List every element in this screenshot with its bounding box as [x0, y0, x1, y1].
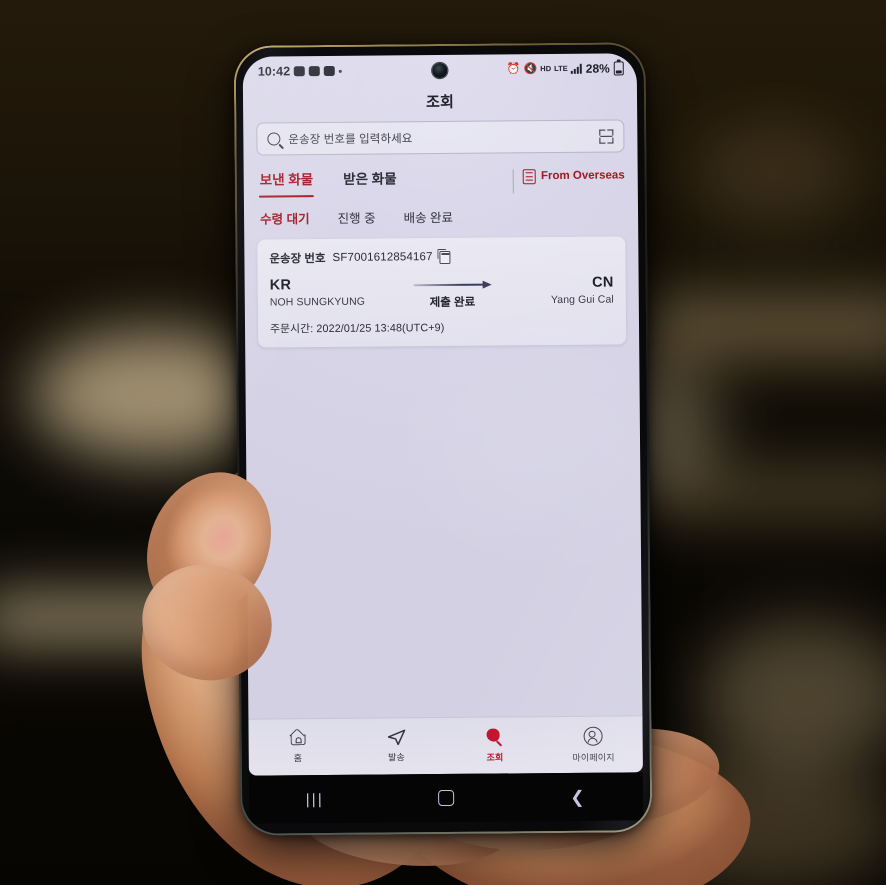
status-bar-left: 10:42 [258, 64, 343, 79]
status-clock: 10:42 [257, 64, 291, 79]
copy-icon[interactable] [439, 250, 451, 264]
hd-label: HD [540, 64, 552, 74]
route-status: 제출 완료 [365, 275, 540, 311]
nav-item-home[interactable]: 홈 [249, 730, 348, 764]
search-lookup-icon [486, 728, 504, 747]
scan-barcode-icon[interactable] [599, 129, 614, 144]
search-icon [267, 132, 281, 146]
lte-icon: LTE [554, 64, 568, 74]
page-title: 조회 [425, 93, 455, 112]
from-overseas-label: From Overseas [540, 169, 625, 183]
battery-icon [613, 61, 624, 76]
mute-icon: 🔇 [523, 62, 538, 75]
dot-icon [339, 69, 343, 73]
awb-row: 운송장 번호 SF7001612854167 [269, 248, 613, 267]
phone-screen: 10:42 ⏰ 🔇 HD LTE 28% 조회 운송장 번호를 입력하세요 보낸… [242, 53, 643, 776]
status-bar-right: ⏰ 🔇 HD LTE 28% [507, 61, 624, 76]
route-row: KR NOH SUNGKYUNG 제출 완료 CN Yang Gui Cal [270, 275, 614, 312]
nav-item-lookup[interactable]: 조회 [446, 728, 545, 764]
subtab-delivered[interactable]: 배송 완료 [403, 207, 453, 226]
destination-country-code: CN [592, 274, 614, 291]
destination-person-name: Yang Gui Cal [550, 293, 614, 307]
back-chevron-icon: ❮ [570, 787, 585, 807]
search-section: 운송장 번호를 입력하세요 [243, 119, 637, 156]
alarm-icon: ⏰ [506, 62, 521, 75]
bottom-navigation: 홈 발송 조회 마이페이지 [248, 715, 643, 776]
battery-percent: 28% [585, 61, 610, 76]
tab-sent-shipments[interactable]: 보낸 화물 [260, 168, 314, 197]
nav-label-home: 홈 [293, 752, 303, 763]
home-button[interactable] [380, 789, 511, 807]
nav-label-lookup: 조회 [486, 751, 504, 763]
origin-endpoint: KR NOH SUNGKYUNG [269, 277, 366, 309]
nav-label-send: 발송 [387, 752, 406, 763]
home-icon [289, 731, 306, 746]
smartphone-device: 10:42 ⏰ 🔇 HD LTE 28% 조회 운송장 번호를 입력하세요 보낸… [233, 42, 653, 836]
photo-icon [309, 66, 321, 77]
nav-item-mypage[interactable]: 마이페이지 [544, 726, 643, 764]
shipment-card[interactable]: 운송장 번호 SF7001612854167 KR NOH SUNGKYUNG … [257, 236, 627, 348]
sub-tabs: 수령 대기 진행 중 배송 완료 [244, 194, 638, 239]
recents-button[interactable]: ||| [249, 790, 380, 808]
front-camera-icon [432, 62, 448, 79]
search-placeholder: 운송장 번호를 입력하세요 [288, 132, 413, 146]
awb-label: 운송장 번호 [269, 253, 326, 266]
from-overseas-button[interactable]: From Overseas [512, 167, 625, 193]
message-icon [294, 66, 306, 77]
subtab-awaiting-pickup[interactable]: 수령 대기 [260, 208, 310, 227]
chat-icon [324, 65, 336, 77]
back-button[interactable]: ❮ [512, 787, 643, 807]
document-list-icon [522, 168, 537, 184]
recents-icon: ||| [305, 790, 325, 808]
system-navigation-bar: ||| ❮ [248, 772, 644, 824]
nav-label-mypage: 마이페이지 [572, 752, 615, 763]
origin-country-code: KR [269, 277, 292, 294]
hd-voice-icon: HD [540, 64, 552, 74]
main-tabs: 보낸 화물 받은 화물 From Overseas [244, 152, 638, 197]
tab-received-shipments[interactable]: 받은 화물 [343, 167, 397, 196]
nav-item-send[interactable]: 발송 [347, 729, 446, 764]
awb-number: SF7001612854167 [332, 251, 433, 264]
order-time: 주문시간: 2022/01/25 13:48(UTC+9) [269, 321, 445, 336]
paper-plane-icon [387, 729, 406, 746]
home-square-icon [438, 789, 455, 807]
lte-label: LTE [554, 64, 568, 74]
origin-person-name: NOH SUNGKYUNG [269, 295, 366, 309]
destination-endpoint: CN Yang Gui Cal [540, 275, 614, 307]
shipment-list: 운송장 번호 SF7001612854167 KR NOH SUNGKYUNG … [244, 236, 639, 348]
signal-icon [570, 63, 582, 74]
user-circle-icon [583, 726, 603, 746]
search-input[interactable]: 운송장 번호를 입력하세요 [256, 119, 625, 156]
route-arrow-icon [413, 279, 491, 291]
shipment-status: 제출 완료 [429, 296, 476, 310]
screenshot-scene: 10:42 ⏰ 🔇 HD LTE 28% 조회 운송장 번호를 입력하세요 보낸… [0, 0, 886, 885]
subtab-in-progress[interactable]: 진행 중 [337, 208, 375, 227]
